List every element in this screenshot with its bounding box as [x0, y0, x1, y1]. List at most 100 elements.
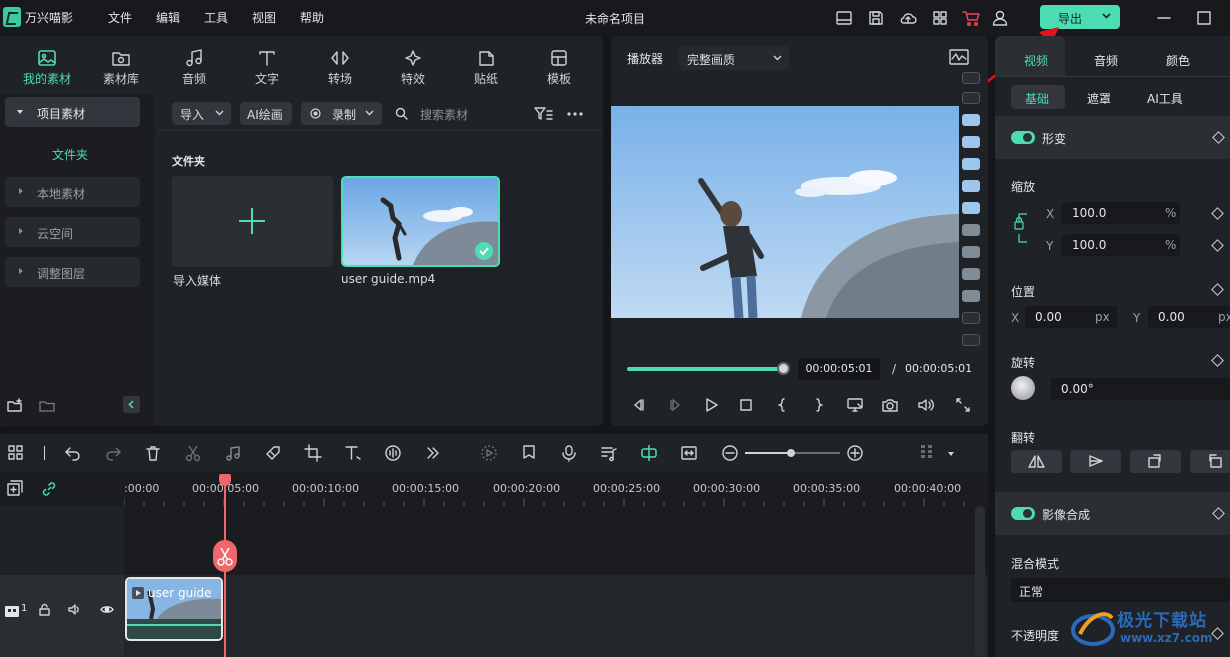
- more-icon[interactable]: [566, 106, 584, 122]
- keyframe-diamond-icon[interactable]: [1211, 283, 1224, 296]
- keyframe-diamond-icon[interactable]: [1211, 627, 1224, 640]
- tab-stock-media[interactable]: 素材库: [93, 46, 149, 88]
- collapse-sidebar-button[interactable]: [123, 396, 140, 413]
- keyframe-diamond-icon[interactable]: [1212, 131, 1225, 144]
- tab-video-label[interactable]: 视频: [1024, 52, 1048, 69]
- video-preview[interactable]: [611, 106, 959, 318]
- blend-mode-dropdown[interactable]: 正常: [1011, 578, 1230, 602]
- rotation-dial[interactable]: [1011, 376, 1035, 400]
- frame-cell[interactable]: [962, 72, 980, 84]
- keyframe-diamond-icon[interactable]: [1211, 207, 1224, 220]
- quality-dropdown[interactable]: 完整画质: [679, 46, 789, 70]
- keyframe-diamond-icon[interactable]: [1212, 507, 1225, 520]
- lock-ratio-icon[interactable]: [1011, 208, 1035, 248]
- import-media-tile[interactable]: [172, 176, 333, 267]
- music-list-icon[interactable]: [600, 444, 618, 462]
- chevron-down-icon[interactable]: [1102, 13, 1111, 19]
- grid-apps-icon[interactable]: [931, 9, 949, 27]
- import-dropdown[interactable]: 导入: [172, 102, 231, 125]
- tab-audio[interactable]: 音频: [166, 46, 222, 88]
- mark-out-icon[interactable]: [810, 396, 828, 414]
- previous-frame-icon[interactable]: [630, 396, 648, 414]
- frame-cell[interactable]: [962, 158, 980, 170]
- menu-tools[interactable]: 工具: [204, 9, 228, 26]
- frame-cell[interactable]: [962, 180, 980, 192]
- media-clip-thumbnail[interactable]: [341, 176, 500, 267]
- menu-file[interactable]: 文件: [108, 9, 132, 26]
- flip-vertical-button[interactable]: [1070, 450, 1121, 473]
- frame-cell[interactable]: [962, 246, 980, 258]
- stop-icon[interactable]: [737, 396, 755, 414]
- tab-audio-props[interactable]: 音频: [1094, 52, 1118, 69]
- save-icon[interactable]: [867, 9, 885, 27]
- text-tool-icon[interactable]: [344, 444, 362, 462]
- record-dropdown[interactable]: 录制: [301, 102, 382, 125]
- frame-cell[interactable]: [962, 202, 980, 214]
- track-visibility-eye-icon[interactable]: [100, 603, 114, 616]
- flip-horizontal-button[interactable]: [1011, 450, 1062, 473]
- link-icon[interactable]: [40, 480, 58, 498]
- track-height-icon[interactable]: [918, 444, 936, 462]
- cloud-upload-icon[interactable]: [899, 9, 917, 27]
- position-x-field[interactable]: 0.00 px: [1025, 306, 1117, 328]
- position-y-field[interactable]: 0.00 px: [1148, 306, 1230, 328]
- caret-down-icon[interactable]: [946, 444, 964, 462]
- playback-progress-bar[interactable]: [627, 367, 787, 371]
- frame-cell[interactable]: [962, 312, 980, 324]
- tab-templates[interactable]: 模板: [531, 46, 587, 88]
- snap-magnet-icon[interactable]: [640, 444, 658, 462]
- lock-track-icon[interactable]: [38, 603, 51, 616]
- rotation-field[interactable]: 0.00°: [1051, 378, 1230, 400]
- render-preview-icon[interactable]: [846, 396, 864, 414]
- minimize-icon[interactable]: [1155, 9, 1173, 27]
- add-track-icon[interactable]: [6, 480, 24, 498]
- tab-effects[interactable]: 特效: [385, 46, 441, 88]
- rotate-clockwise-button[interactable]: [1130, 450, 1181, 473]
- fit-timeline-icon[interactable]: [680, 444, 698, 462]
- track-volume-icon[interactable]: [68, 603, 82, 616]
- tab-text[interactable]: 文字: [239, 46, 295, 88]
- render-icon[interactable]: [480, 444, 498, 462]
- transform-section-header[interactable]: 形变: [995, 116, 1230, 159]
- zoom-slider-knob[interactable]: [787, 449, 795, 457]
- frame-cell[interactable]: [962, 290, 980, 302]
- maximize-icon[interactable]: [1195, 9, 1213, 27]
- redo-icon[interactable]: [104, 444, 122, 462]
- sidebar-item-adjustment-layer[interactable]: 调整图层: [5, 257, 140, 287]
- playback-progress-knob[interactable]: [777, 362, 790, 375]
- ai-paint-button[interactable]: AI绘画: [240, 102, 292, 125]
- frame-cell[interactable]: [962, 92, 980, 104]
- rotate-counterclockwise-button[interactable]: [1190, 450, 1230, 473]
- tag-icon[interactable]: [264, 444, 282, 462]
- compositing-section-header[interactable]: 影像合成: [995, 492, 1230, 535]
- sidebar-item-project-media[interactable]: 项目素材: [5, 97, 140, 127]
- timeline-ruler[interactable]: :00:00 00:00:05:00 00:00:10:00 00:00:15:…: [0, 472, 988, 506]
- filter-icon[interactable]: [533, 106, 553, 122]
- audio-detach-icon[interactable]: [224, 444, 242, 462]
- playhead-split-button[interactable]: [213, 540, 237, 572]
- zoom-in-icon[interactable]: [846, 444, 864, 462]
- frame-cell[interactable]: [962, 224, 980, 236]
- timeline-vertical-scrollbar[interactable]: [975, 506, 985, 657]
- sidebar-item-folder[interactable]: 文件夹: [52, 146, 88, 163]
- crop-icon[interactable]: [304, 444, 322, 462]
- compositing-toggle[interactable]: [1011, 507, 1035, 520]
- marker-icon[interactable]: [520, 444, 538, 462]
- waveform-icon[interactable]: [949, 49, 969, 65]
- sidebar-item-cloud[interactable]: 云空间: [5, 217, 140, 247]
- frame-cell[interactable]: [962, 268, 980, 280]
- keyframe-diamond-icon[interactable]: [1211, 239, 1224, 252]
- layout-grid-icon[interactable]: [7, 444, 25, 462]
- tab-transitions[interactable]: 转场: [312, 46, 368, 88]
- folder-icon[interactable]: [39, 398, 55, 414]
- subtab-ai-tools[interactable]: AI工具: [1147, 90, 1183, 107]
- layout-icon[interactable]: [835, 9, 853, 27]
- snapshot-camera-icon[interactable]: [881, 396, 899, 414]
- new-folder-icon[interactable]: [7, 398, 23, 414]
- menu-view[interactable]: 视图: [252, 9, 276, 26]
- subtab-mask[interactable]: 遮罩: [1087, 90, 1111, 107]
- tab-my-media[interactable]: 我的素材: [19, 46, 75, 88]
- tab-color[interactable]: 颜色: [1166, 52, 1190, 69]
- microphone-icon[interactable]: [560, 444, 578, 462]
- current-time[interactable]: 00:00:05:01: [798, 358, 880, 380]
